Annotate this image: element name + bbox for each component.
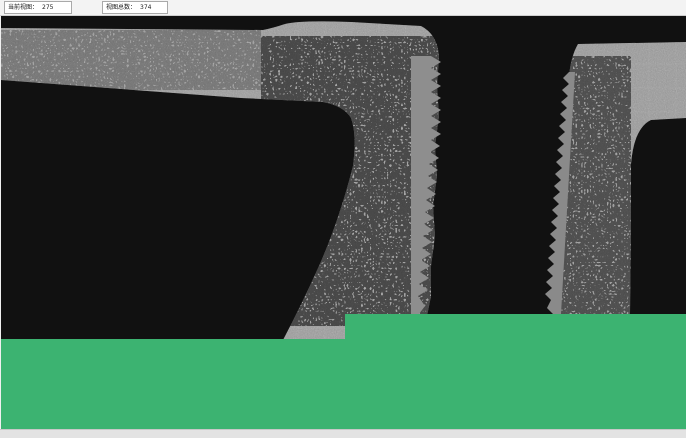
micrograph-viewer[interactable] — [1, 16, 686, 429]
total-views-label: 视图总数： — [106, 4, 137, 11]
current-view-value: 275 — [42, 4, 54, 11]
current-view-label: 当前视图： — [8, 4, 39, 11]
specimen-left-section — [1, 21, 441, 340]
total-views-value: 374 — [140, 4, 152, 11]
stitched-micrograph — [1, 21, 686, 429]
current-view-field: 当前视图： 275 — [4, 1, 72, 14]
status-toolbar: 当前视图： 275 视图总数： 374 — [0, 0, 686, 16]
total-views-field: 视图总数： 374 — [102, 1, 168, 14]
specimen-right-section — [545, 42, 686, 314]
bottom-scrollbar[interactable] — [0, 429, 686, 438]
